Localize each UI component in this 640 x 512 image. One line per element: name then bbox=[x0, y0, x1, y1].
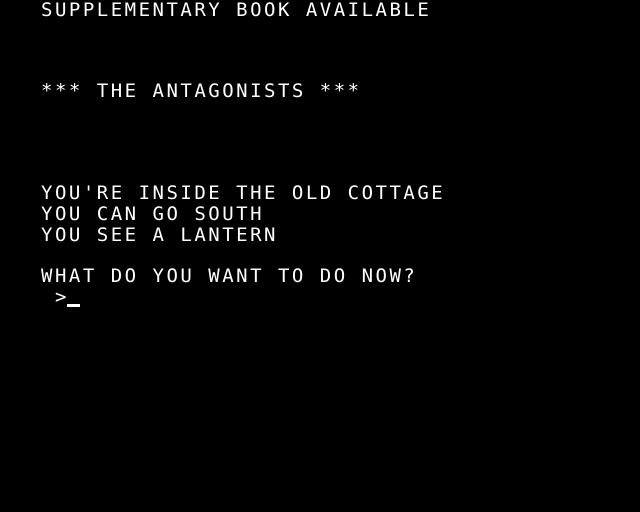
room-items: YOU SEE A LANTERN bbox=[41, 224, 278, 246]
game-title: *** THE ANTAGONISTS *** bbox=[41, 80, 362, 102]
room-description: YOU'RE INSIDE THE OLD COTTAGE bbox=[41, 182, 446, 204]
prompt-symbol: > bbox=[55, 286, 67, 308]
text-cursor bbox=[67, 304, 81, 307]
game-screen: SUPPLEMENTARY BOOK AVAILABLE *** THE ANT… bbox=[0, 0, 640, 512]
room-exits: YOU CAN GO SOUTH bbox=[41, 203, 265, 225]
command-input-line[interactable]: > bbox=[55, 286, 81, 308]
supplementary-banner: SUPPLEMENTARY BOOK AVAILABLE bbox=[41, 0, 432, 21]
command-question: WHAT DO YOU WANT TO DO NOW? bbox=[41, 265, 418, 287]
